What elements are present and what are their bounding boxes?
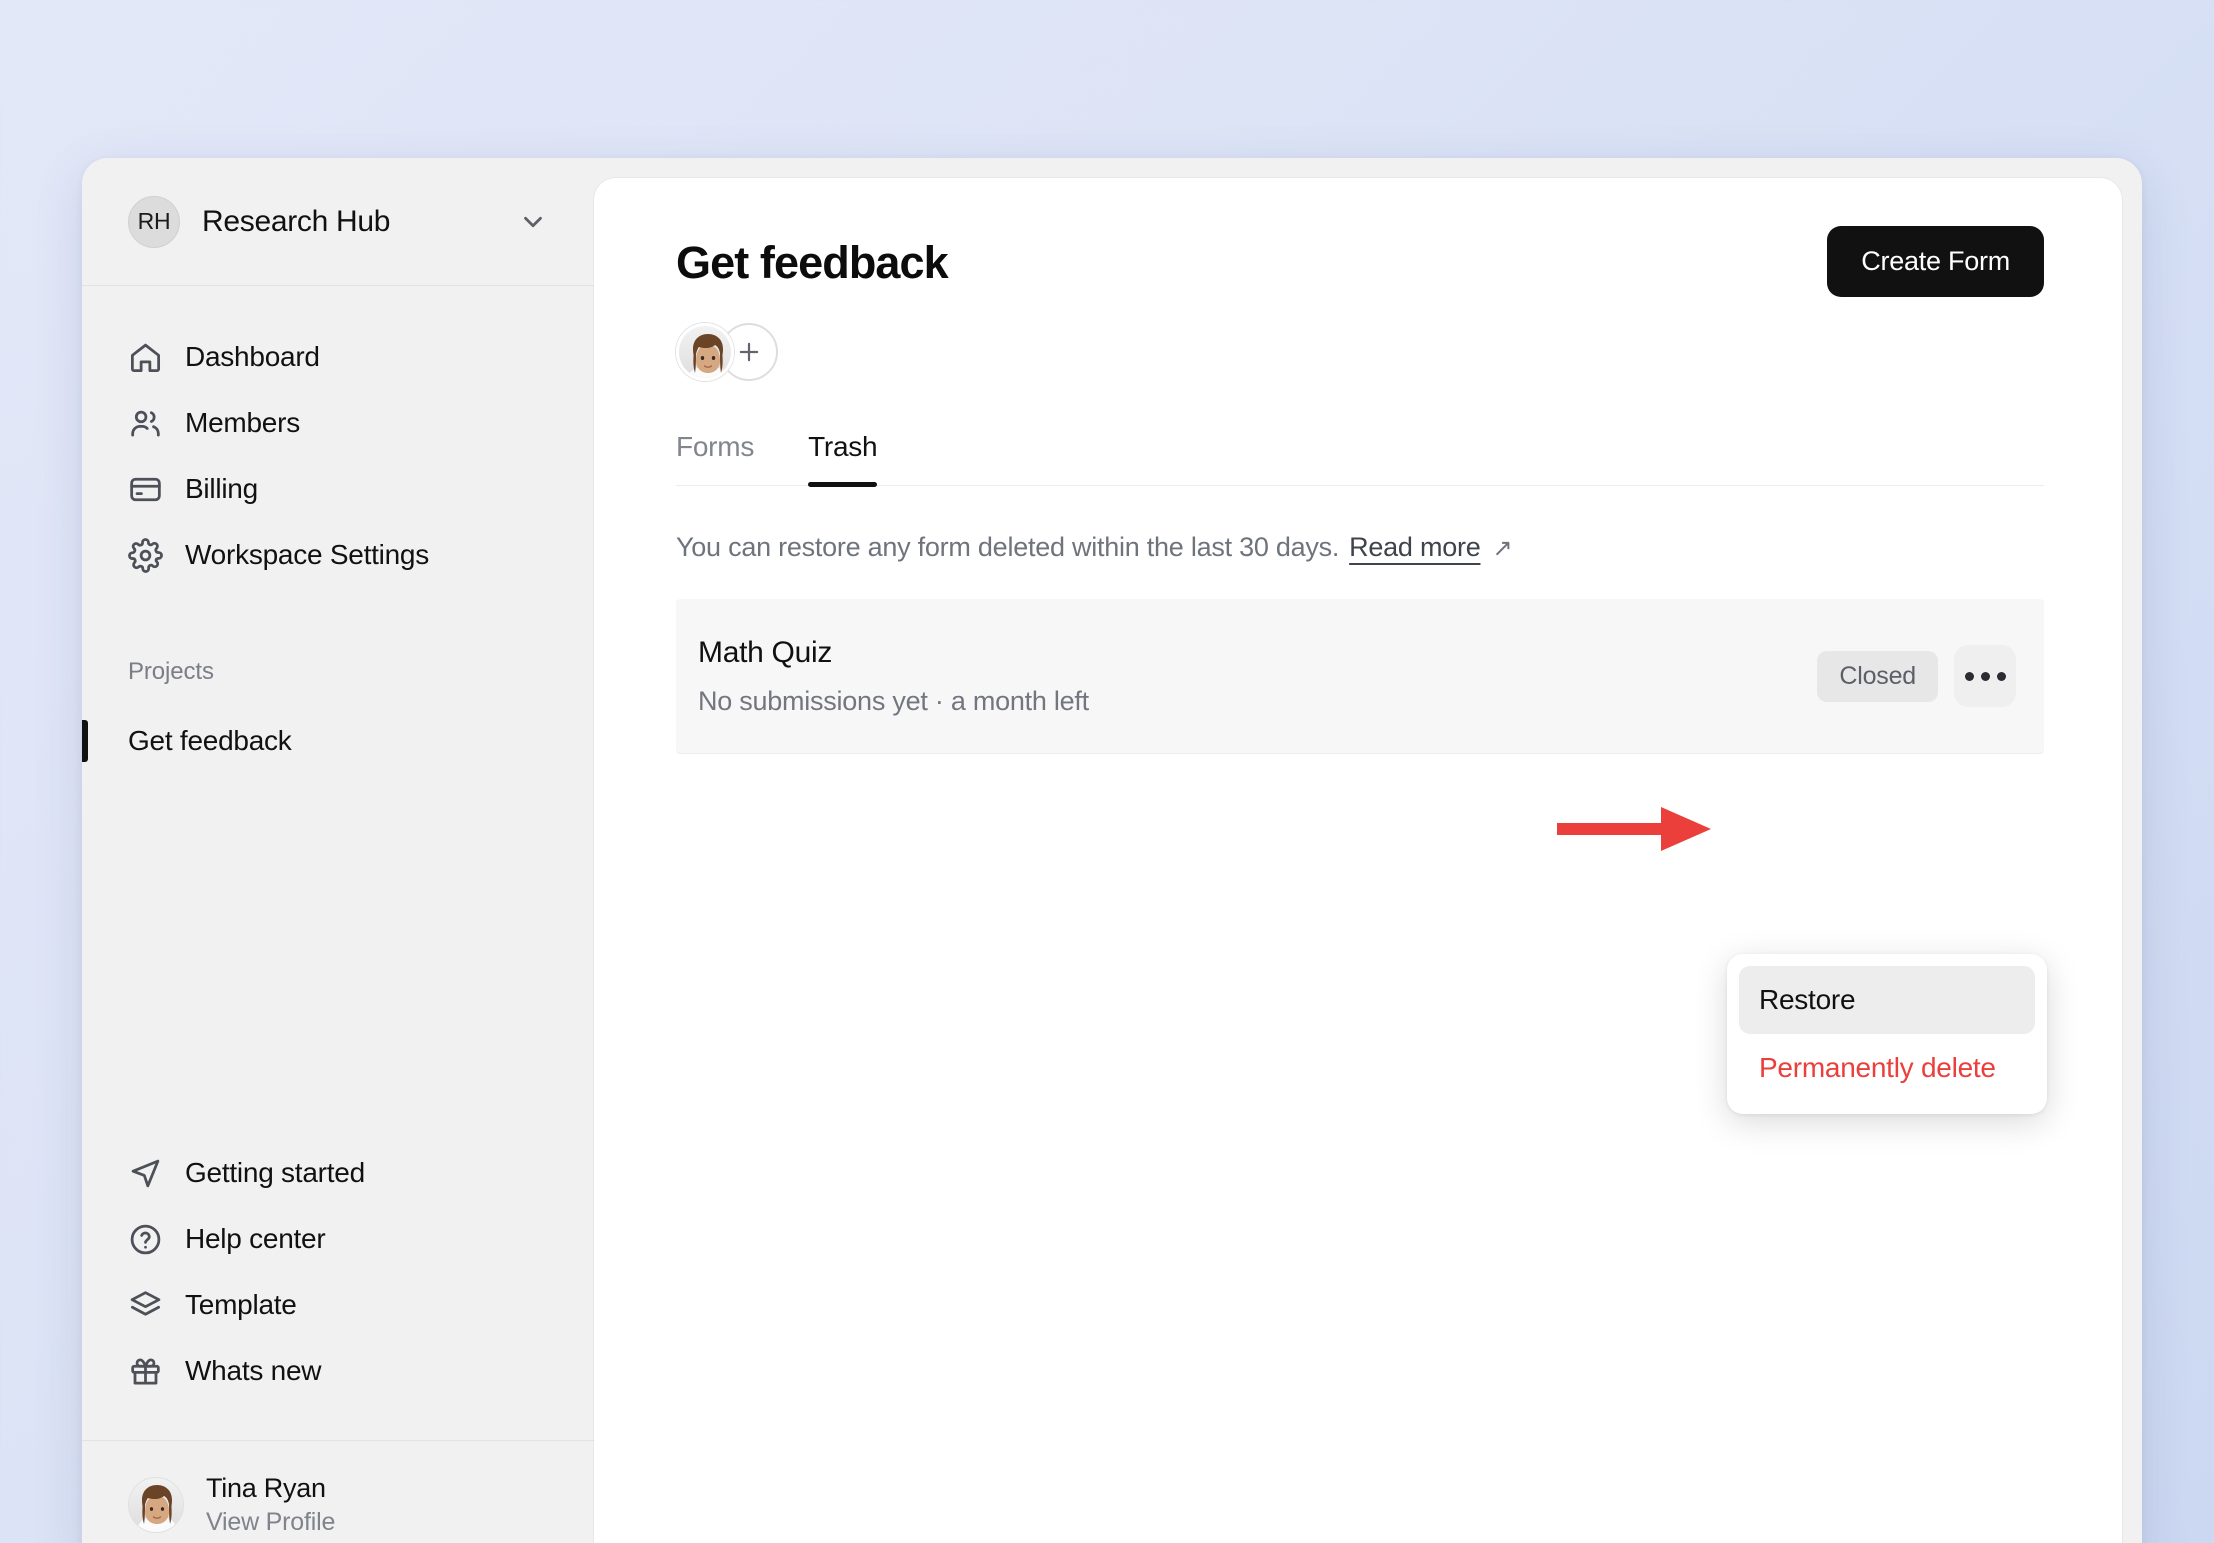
project-item-label: Get feedback xyxy=(128,725,292,756)
workspace-name: Research Hub xyxy=(202,204,391,238)
sidebar-item-label: Whats new xyxy=(185,1355,322,1386)
status-badge: Closed xyxy=(1817,650,1938,702)
sidebar-item-label: Dashboard xyxy=(185,341,320,372)
navigation-arrow-icon xyxy=(128,1156,163,1191)
form-name: Math Quiz xyxy=(698,636,833,669)
users-icon xyxy=(128,406,163,441)
sidebar-item-get-feedback[interactable]: Get feedback xyxy=(82,708,594,774)
app-window: RH Research Hub Dashboard Members Billin… xyxy=(82,158,2142,1543)
view-profile-link[interactable]: View Profile xyxy=(206,1508,335,1537)
form-meta: No submissions yet · a month left xyxy=(698,686,1089,716)
avatar xyxy=(128,1476,184,1533)
page-header: Get feedback Create Form xyxy=(676,226,2044,297)
plus-icon xyxy=(739,342,759,362)
read-more-link[interactable]: Read more xyxy=(1349,532,1481,563)
form-row-actions: Closed xyxy=(1817,645,2016,708)
create-form-button[interactable]: Create Form xyxy=(1827,226,2044,297)
trash-notice-text: You can restore any form deleted within … xyxy=(676,532,1340,562)
sidebar-item-whats-new[interactable]: Whats new xyxy=(82,1338,594,1404)
trash-notice: You can restore any form deleted within … xyxy=(676,532,2044,563)
projects-section-heading: Projects xyxy=(128,658,214,685)
main-panel: Get feedback Create Form Forms Trash You… xyxy=(594,178,2122,1543)
tab-forms[interactable]: Forms xyxy=(676,431,754,485)
avatar[interactable] xyxy=(676,323,734,381)
form-context-menu: Restore Permanently delete xyxy=(1727,954,2047,1114)
chevron-down-icon[interactable] xyxy=(518,207,548,237)
gift-icon xyxy=(128,1354,163,1389)
gear-icon xyxy=(128,537,163,573)
workspace-avatar: RH xyxy=(128,195,180,248)
user-name: Tina Ryan xyxy=(206,1472,326,1503)
sidebar: RH Research Hub Dashboard Members Billin… xyxy=(82,158,594,1543)
sidebar-item-workspace-settings[interactable]: Workspace Settings xyxy=(82,522,594,588)
tab-bar: Forms Trash xyxy=(676,431,2044,487)
kebab-dot xyxy=(1996,671,2006,681)
home-icon xyxy=(128,340,163,375)
sidebar-item-label: Getting started xyxy=(185,1157,365,1188)
sidebar-item-label: Workspace Settings xyxy=(185,539,429,570)
sidebar-item-dashboard[interactable]: Dashboard xyxy=(82,324,594,390)
sidebar-item-label: Template xyxy=(185,1289,297,1320)
external-link-arrow-icon: ↗ xyxy=(1492,535,1513,562)
layers-icon xyxy=(128,1288,163,1323)
sidebar-item-members[interactable]: Members xyxy=(82,390,594,456)
ellipsis-icon[interactable] xyxy=(1954,645,2016,708)
sidebar-item-template[interactable]: Template xyxy=(82,1272,594,1338)
sidebar-item-help-center[interactable]: Help center xyxy=(82,1206,594,1272)
question-circle-icon xyxy=(128,1222,163,1257)
form-row-info: Math Quiz No submissions yet · a month l… xyxy=(698,635,1089,717)
user-info: Tina Ryan View Profile xyxy=(206,1473,335,1537)
primary-nav: Dashboard Members Billing Workspace Sett… xyxy=(82,286,594,774)
sidebar-item-getting-started[interactable]: Getting started xyxy=(82,1140,594,1206)
trashed-forms-list: Math Quiz No submissions yet · a month l… xyxy=(676,599,2044,755)
user-profile-footer[interactable]: Tina Ryan View Profile xyxy=(82,1440,594,1543)
credit-card-icon xyxy=(128,472,163,507)
secondary-nav: Getting started Help center Template Wha… xyxy=(82,1140,594,1440)
sidebar-item-billing[interactable]: Billing xyxy=(82,456,594,522)
menu-item-restore[interactable]: Restore xyxy=(1739,966,2035,1034)
tab-trash[interactable]: Trash xyxy=(808,431,878,487)
workspace-switcher[interactable]: RH Research Hub xyxy=(82,158,594,286)
member-avatar-group xyxy=(676,323,2044,381)
page-title: Get feedback xyxy=(676,237,949,288)
sidebar-item-label: Members xyxy=(185,407,300,438)
sidebar-item-label: Billing xyxy=(185,473,258,504)
menu-item-permanently-delete[interactable]: Permanently delete xyxy=(1739,1034,2035,1102)
main-content: Get feedback Create Form Forms Trash You… xyxy=(594,178,2122,755)
kebab-dot xyxy=(1964,671,1974,681)
sidebar-item-label: Help center xyxy=(185,1223,326,1254)
kebab-dot xyxy=(1980,671,1990,681)
table-row[interactable]: Math Quiz No submissions yet · a month l… xyxy=(676,599,2044,755)
